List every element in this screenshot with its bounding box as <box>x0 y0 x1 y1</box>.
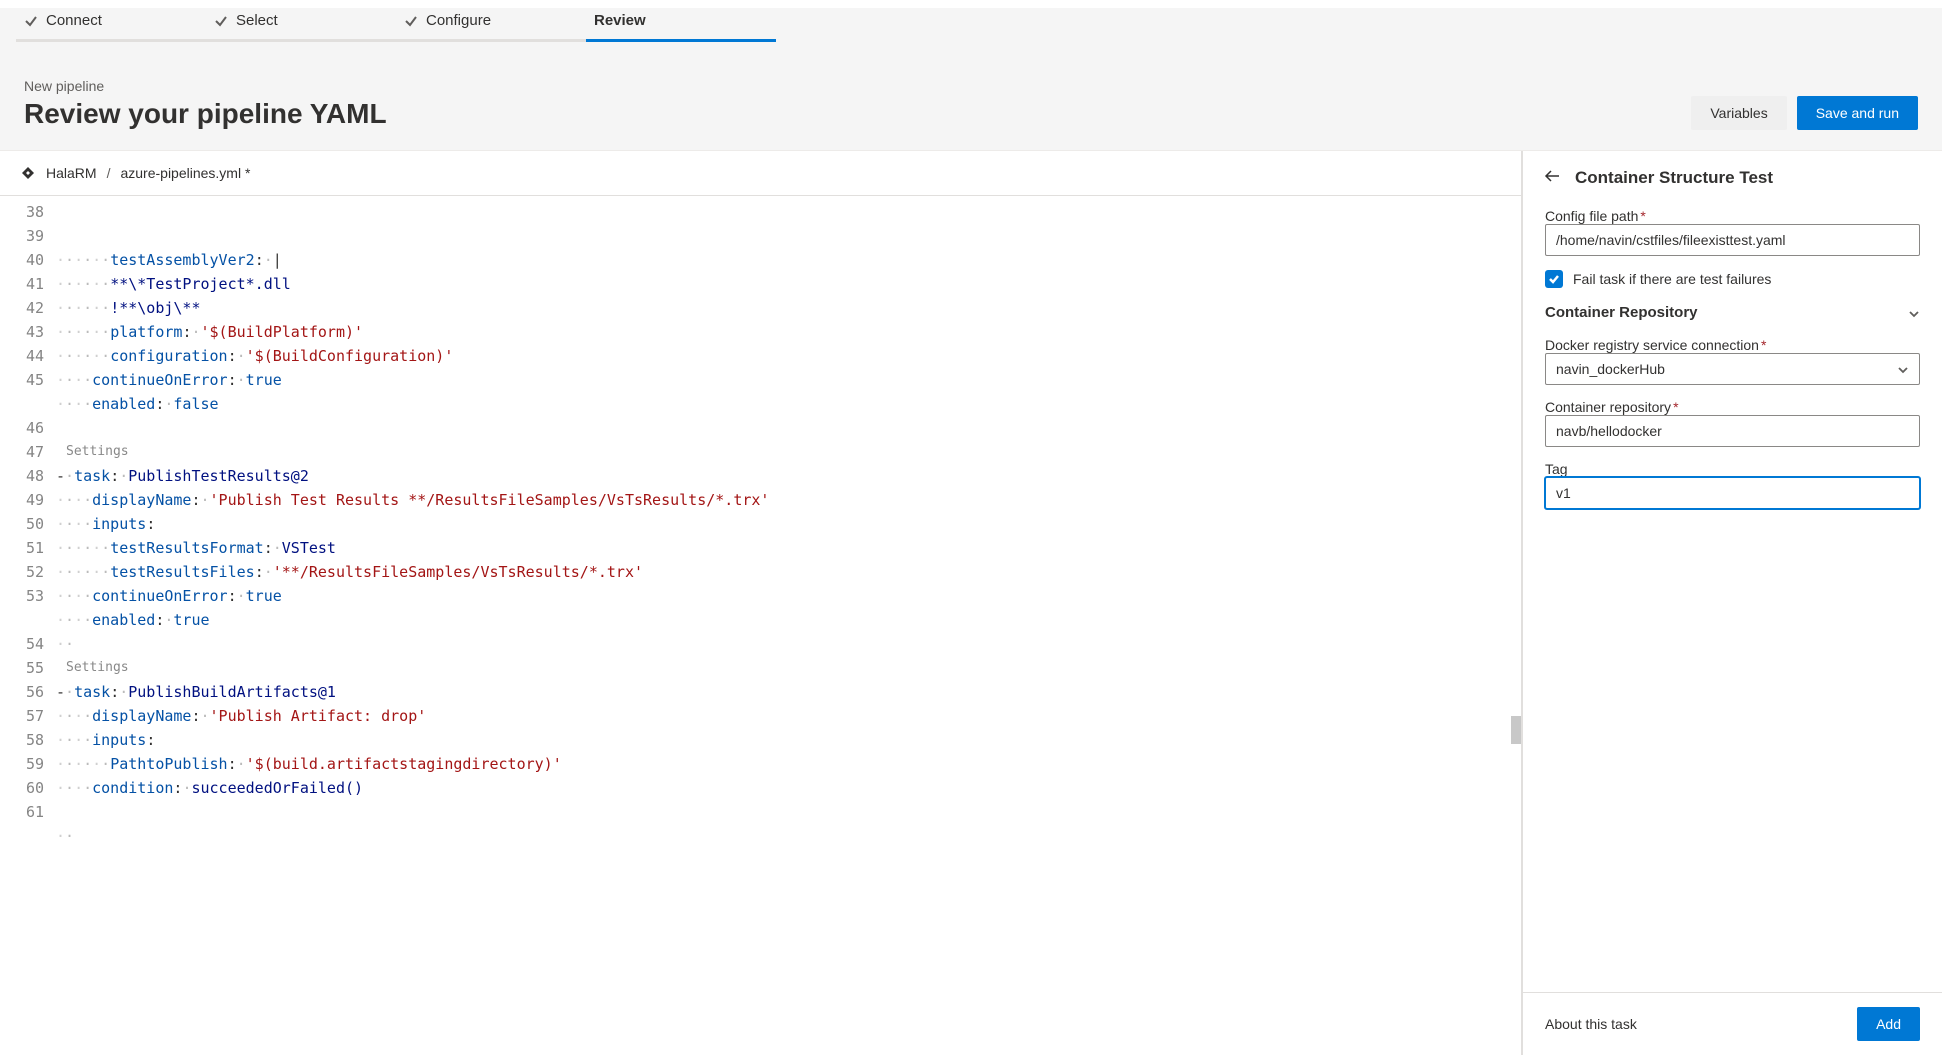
code-line[interactable]: ····displayName:·'Publish Artifact: drop… <box>56 704 1521 728</box>
tag-label: Tag <box>1545 461 1920 477</box>
repo-icon <box>20 165 36 181</box>
add-button[interactable]: Add <box>1857 1007 1920 1041</box>
code-line[interactable]: ····inputs: <box>56 728 1521 752</box>
editor-pane: HalaRM / azure-pipelines.yml * 383940414… <box>0 151 1522 1055</box>
code-line[interactable]: ······testResultsFiles:·'**/ResultsFileS… <box>56 560 1521 584</box>
back-icon[interactable] <box>1543 167 1561 188</box>
wizard-step-connect[interactable]: Connect <box>16 8 206 42</box>
code-content[interactable]: ······testAssemblyVer2:·|······**\*TestP… <box>56 196 1521 1055</box>
fail-task-checkbox-label: Fail task if there are test failures <box>1573 271 1771 287</box>
scrollbar-thumb[interactable] <box>1511 716 1521 744</box>
page-header: New pipeline Review your pipeline YAML V… <box>0 60 1942 151</box>
wizard-step-configure[interactable]: Configure <box>396 8 586 42</box>
page-title: Review your pipeline YAML <box>24 98 387 130</box>
chevron-down-icon <box>1897 363 1909 375</box>
save-and-run-button[interactable]: Save and run <box>1797 96 1918 130</box>
step-progress-bar <box>16 39 206 42</box>
code-line[interactable]: -·task:·PublishTestResults@2 <box>56 464 1521 488</box>
code-line[interactable] <box>56 800 1521 824</box>
code-line[interactable]: ······**\*TestProject*.dll <box>56 272 1521 296</box>
docker-connection-select[interactable]: navin_dockerHub <box>1545 353 1920 385</box>
step-progress-bar <box>396 39 586 42</box>
settings-codelens[interactable]: Settings <box>56 656 1521 680</box>
config-file-path-label: Config file path* <box>1545 208 1920 224</box>
chevron-down-icon <box>1908 307 1920 319</box>
step-label: Connect <box>46 12 102 29</box>
wizard-steps: Connect Select Configure Review <box>0 8 1942 60</box>
code-line[interactable]: -·task:·PublishBuildArtifacts@1 <box>56 680 1521 704</box>
step-progress-bar <box>586 39 776 42</box>
variables-button[interactable]: Variables <box>1691 96 1786 130</box>
page-subtitle: New pipeline <box>24 78 387 94</box>
code-line[interactable]: ····condition:·succeededOrFailed() <box>56 776 1521 800</box>
panel-title: Container Structure Test <box>1575 168 1773 188</box>
config-file-path-input[interactable] <box>1545 224 1920 256</box>
task-assistant-panel: Container Structure Test Config file pat… <box>1522 151 1942 1055</box>
code-line[interactable]: ······testResultsFormat:·VSTest <box>56 536 1521 560</box>
container-repository-label: Container repository* <box>1545 399 1920 415</box>
docker-connection-label: Docker registry service connection* <box>1545 337 1920 353</box>
breadcrumb: HalaRM / azure-pipelines.yml * <box>0 151 1521 196</box>
code-editor[interactable]: 3839404142434445 4647484950515253 545556… <box>0 196 1521 1055</box>
code-line[interactable]: ·· <box>56 632 1521 656</box>
code-line[interactable]: ····inputs: <box>56 512 1521 536</box>
container-repository-input[interactable] <box>1545 415 1920 447</box>
settings-codelens[interactable]: Settings <box>56 440 1521 464</box>
breadcrumb-separator: / <box>107 165 111 181</box>
wizard-step-review[interactable]: Review <box>586 8 776 42</box>
code-line[interactable]: ·· <box>56 824 1521 848</box>
code-line[interactable]: ····continueOnError:·true <box>56 368 1521 392</box>
code-line[interactable]: ······configuration:·'$(BuildConfigurati… <box>56 344 1521 368</box>
repo-name[interactable]: HalaRM <box>46 165 97 181</box>
check-icon <box>24 14 38 28</box>
wizard-step-select[interactable]: Select <box>206 8 396 42</box>
about-this-task-link[interactable]: About this task <box>1545 1016 1637 1032</box>
step-label: Select <box>236 12 278 29</box>
code-line[interactable]: ····continueOnError:·true <box>56 584 1521 608</box>
line-gutter: 3839404142434445 4647484950515253 545556… <box>0 196 56 1055</box>
step-progress-bar <box>206 39 396 42</box>
code-line[interactable]: ····displayName:·'Publish Test Results *… <box>56 488 1521 512</box>
code-line[interactable]: ······PathtoPublish:·'$(build.artifactst… <box>56 752 1521 776</box>
code-line[interactable]: ····enabled:·true <box>56 608 1521 632</box>
file-name[interactable]: azure-pipelines.yml * <box>120 165 250 181</box>
container-repository-section[interactable]: Container Repository <box>1545 302 1920 323</box>
code-line[interactable]: ······!**\obj\** <box>56 296 1521 320</box>
step-label: Review <box>594 12 646 29</box>
check-icon <box>404 14 418 28</box>
code-line[interactable] <box>56 848 1521 872</box>
tag-input[interactable] <box>1545 477 1920 509</box>
fail-task-checkbox[interactable] <box>1545 270 1563 288</box>
code-line[interactable]: ······platform:·'$(BuildPlatform)' <box>56 320 1521 344</box>
check-icon <box>214 14 228 28</box>
code-line[interactable] <box>56 416 1521 440</box>
code-line[interactable]: ····enabled:·false <box>56 392 1521 416</box>
step-label: Configure <box>426 12 491 29</box>
code-line[interactable]: ······testAssemblyVer2:·| <box>56 248 1521 272</box>
